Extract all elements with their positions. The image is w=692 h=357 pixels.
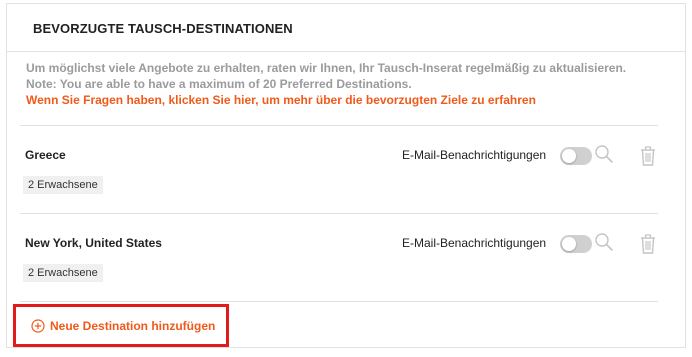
destination-name: Greece bbox=[25, 148, 66, 162]
plus-circle-icon bbox=[31, 319, 45, 333]
toggle-knob bbox=[562, 149, 576, 163]
info-help-link[interactable]: Wenn Sie Fragen haben, klicken Sie hier,… bbox=[26, 92, 626, 108]
destination-row: New York, United States 2 Erwachsene E-M… bbox=[20, 213, 658, 302]
trash-icon[interactable] bbox=[640, 234, 656, 254]
email-notifications-toggle[interactable] bbox=[560, 147, 592, 165]
search-icon[interactable] bbox=[594, 232, 614, 252]
add-destination-button[interactable]: Neue Destination hinzufügen bbox=[13, 304, 229, 347]
destination-row: Greece 2 Erwachsene E-Mail-Benachrichtig… bbox=[20, 125, 658, 214]
guests-badge: 2 Erwachsene bbox=[23, 176, 103, 194]
trash-icon[interactable] bbox=[640, 146, 656, 166]
email-notifications-label: E-Mail-Benachrichtigungen bbox=[402, 236, 547, 250]
info-line-update: Um möglichst viele Angebote zu erhalten,… bbox=[26, 61, 627, 75]
add-destination-label: Neue Destination hinzufügen bbox=[50, 319, 216, 333]
email-notifications-label: E-Mail-Benachrichtigungen bbox=[402, 148, 547, 162]
panel-header: BEVORZUGTE TAUSCH-DESTINATIONEN bbox=[7, 4, 685, 52]
toggle-knob bbox=[562, 237, 576, 251]
divider bbox=[20, 301, 658, 302]
panel-title: BEVORZUGTE TAUSCH-DESTINATIONEN bbox=[33, 21, 293, 36]
info-line-maximum: Note: You are able to have a maximum of … bbox=[26, 77, 412, 91]
info-text: Um möglichst viele Angebote zu erhalten,… bbox=[26, 60, 626, 108]
destination-name: New York, United States bbox=[25, 236, 162, 250]
search-icon[interactable] bbox=[594, 144, 614, 164]
email-notifications-toggle[interactable] bbox=[560, 235, 592, 253]
guests-badge: 2 Erwachsene bbox=[23, 264, 103, 282]
